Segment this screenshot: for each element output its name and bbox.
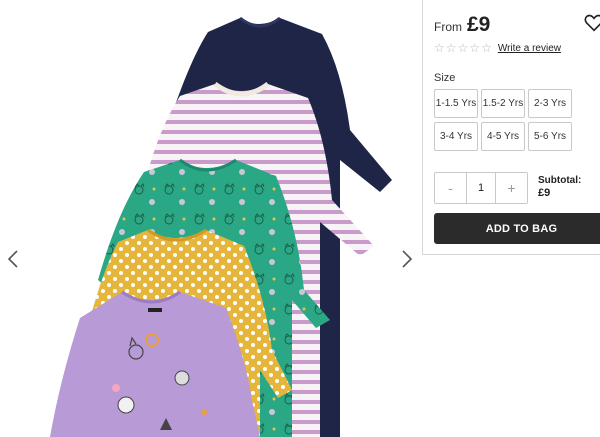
write-review-link[interactable]: Write a review <box>498 43 561 54</box>
star-rating: ☆ ☆ ☆ ☆ ☆ <box>434 42 492 54</box>
subtotal: Subtotal: £9 <box>538 175 581 199</box>
chevron-right-icon <box>402 250 413 268</box>
size-option-2-3[interactable]: 2-3 Yrs <box>528 89 572 118</box>
quantity-decrease-button[interactable]: - <box>435 173 466 203</box>
next-image-arrow[interactable] <box>394 246 420 272</box>
star-outline-icon: ☆ <box>481 41 492 55</box>
star-outline-icon: ☆ <box>469 41 481 55</box>
product-image <box>50 16 392 437</box>
add-to-bag-button[interactable]: ADD TO BAG <box>434 213 600 244</box>
price-from-label: From <box>434 20 462 34</box>
subtotal-value: £9 <box>538 187 551 199</box>
star-outline-icon: ☆ <box>434 41 445 55</box>
heart-outline-icon <box>584 14 600 32</box>
chevron-left-icon <box>7 250 18 268</box>
price-row: From £9 <box>434 13 490 37</box>
size-options: 1-1.5 Yrs 1.5-2 Yrs 2-3 Yrs 3-4 Yrs 4-5 … <box>434 89 572 151</box>
previous-image-arrow[interactable] <box>2 246 28 272</box>
size-option-4-5[interactable]: 4-5 Yrs <box>481 122 525 151</box>
star-outline-icon: ☆ <box>457 41 469 55</box>
size-option-1-5-2[interactable]: 1.5-2 Yrs <box>481 89 525 118</box>
subtotal-label: Subtotal: <box>538 175 582 186</box>
size-option-1-1-5[interactable]: 1-1.5 Yrs <box>434 89 478 118</box>
product-gallery <box>0 0 422 437</box>
quantity-increase-button[interactable]: + <box>496 173 527 203</box>
size-label: Size <box>434 72 456 84</box>
star-outline-icon: ☆ <box>445 41 457 55</box>
size-option-3-4[interactable]: 3-4 Yrs <box>434 122 478 151</box>
price-value: £9 <box>467 13 491 36</box>
product-purchase-panel: From £9 ☆ ☆ ☆ ☆ ☆ Write a review Size 1-… <box>422 0 600 255</box>
rating-row: ☆ ☆ ☆ ☆ ☆ Write a review <box>434 42 561 54</box>
wishlist-button[interactable] <box>583 12 600 34</box>
size-option-5-6[interactable]: 5-6 Yrs <box>528 122 572 151</box>
quantity-value[interactable]: 1 <box>466 173 496 203</box>
quantity-stepper: - 1 + <box>434 172 528 204</box>
